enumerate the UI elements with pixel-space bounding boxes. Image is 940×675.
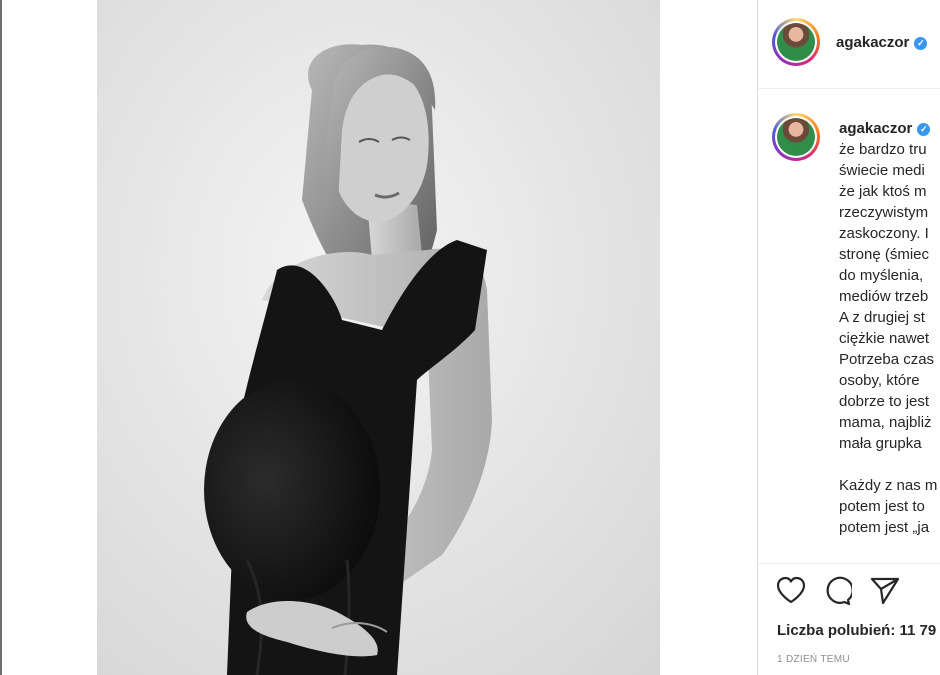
caption-avatar[interactable] [772,113,820,161]
likes-count[interactable]: Liczba polubień: 11 79 [777,622,936,639]
header-username-text[interactable]: agakaczor [836,34,909,51]
caption-paragraph-gap [839,454,940,475]
header-username[interactable]: agakaczor ✓ [836,34,928,51]
header-divider [758,88,940,89]
caption-line: potem jest „ja [839,519,930,536]
caption-line: Każdy z nas m [839,477,938,494]
heart-icon[interactable] [776,576,806,604]
window-edge [0,0,2,675]
header-avatar[interactable] [772,18,820,66]
caption-line: potem jest to [839,498,925,515]
post-timestamp[interactable]: 1 DZIEŃ TEMU [777,654,850,665]
caption-line: że bardzo tru [839,141,927,158]
caption-line: Potrzeba czas [839,351,935,368]
verified-badge-icon: ✓ [914,37,928,50]
caption-username-text[interactable]: agakaczor [839,120,912,137]
post-photo[interactable] [97,0,660,675]
caption-line: mała grupka [839,435,922,452]
caption-line: ciężkie nawet [839,330,930,347]
caption-line: mediów trzeb [839,288,929,305]
caption-line: do myślenia, [839,267,924,284]
caption-line: A z drugiej st [839,309,925,326]
caption-line: zaskoczony. I [839,225,929,242]
caption-username[interactable]: agakaczor ✓ [839,120,931,137]
caption-line: rzeczywistym [839,204,929,221]
caption-line: mama, najbliż [839,414,932,431]
caption-text: że bardzo tru świecie medi że jak ktoś m… [839,139,940,538]
post-photo-image [97,0,660,675]
actions-divider [758,563,940,564]
post-side-panel: agakaczor ✓ agakaczor ✓ że bardzo tru świe… [757,0,940,675]
caption-line: osoby, które [839,372,920,389]
caption-line: że jak ktoś m [839,183,927,200]
comment-icon[interactable] [822,576,852,606]
caption-line: świecie medi [839,162,925,179]
verified-badge-icon: ✓ [917,123,931,136]
caption-line: stronę (śmiec [839,246,930,263]
share-icon[interactable] [870,576,900,606]
caption-line: dobrze to jest [839,393,930,410]
